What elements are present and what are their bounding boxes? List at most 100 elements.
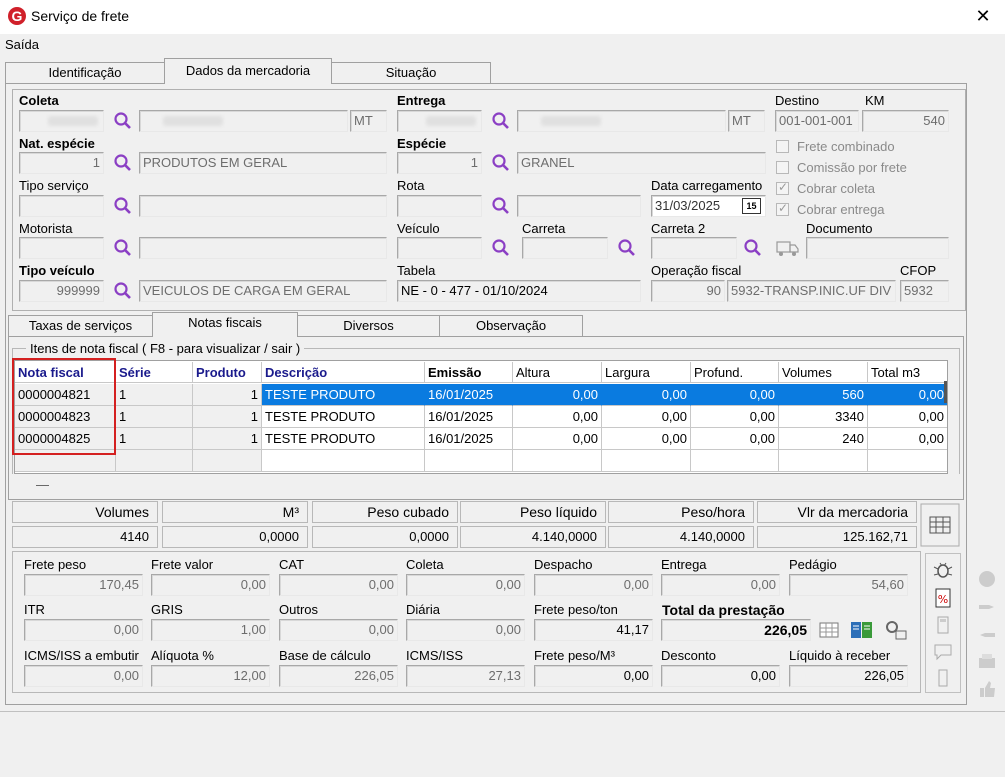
entrega-search-icon[interactable] xyxy=(491,111,511,131)
percent-doc-icon[interactable]: % xyxy=(932,587,954,609)
table-cell[interactable] xyxy=(602,450,691,472)
table-cell[interactable]: TESTE PRODUTO xyxy=(262,384,425,406)
settings-grid-icon[interactable] xyxy=(884,619,908,641)
rota-search-icon[interactable] xyxy=(491,196,511,216)
col-descricao[interactable]: Descrição xyxy=(262,362,425,383)
table-cell[interactable] xyxy=(116,450,193,472)
col-nota-fiscal[interactable]: Nota fiscal xyxy=(15,362,116,383)
entrega-name-field[interactable] xyxy=(517,110,726,132)
table-cell[interactable]: TESTE PRODUTO xyxy=(262,406,425,428)
col-volumes[interactable]: Volumes xyxy=(779,362,868,383)
table-cell[interactable]: TESTE PRODUTO xyxy=(262,428,425,450)
desconto-field[interactable]: 0,00 xyxy=(661,665,780,687)
calculator-small-icon[interactable] xyxy=(932,614,954,636)
col-altura[interactable]: Altura xyxy=(513,362,602,383)
table-cell[interactable]: 0,00 xyxy=(691,406,779,428)
table-cell[interactable]: 3340 xyxy=(779,406,868,428)
table-cell[interactable]: 1 xyxy=(193,406,262,428)
carreta-search-icon[interactable] xyxy=(617,238,637,258)
comment-icon[interactable] xyxy=(932,641,954,663)
table-cell[interactable]: 0,00 xyxy=(602,406,691,428)
table-cell[interactable]: 0000004821 xyxy=(15,384,116,406)
truck-icon[interactable] xyxy=(776,238,800,258)
close-button[interactable]: ✕ xyxy=(968,2,998,30)
veiculo-field[interactable] xyxy=(397,237,482,259)
calculator-icon[interactable] xyxy=(920,503,960,547)
table-cell[interactable]: 0,00 xyxy=(602,428,691,450)
tipo-veiculo-search-icon[interactable] xyxy=(113,281,133,301)
comissao-frete-checkbox[interactable] xyxy=(776,161,789,174)
book-icon[interactable] xyxy=(848,619,876,641)
cobrar-entrega-checkbox[interactable] xyxy=(776,201,789,216)
table-cell[interactable] xyxy=(868,450,947,472)
col-total-m3[interactable]: Total m3 xyxy=(868,362,947,383)
table-cell[interactable] xyxy=(691,450,779,472)
tab-taxas-servicos[interactable]: Taxas de serviços xyxy=(8,315,153,336)
table-cell[interactable]: 0,00 xyxy=(868,428,947,450)
menu-saida[interactable]: Saída xyxy=(5,37,39,52)
carreta-field[interactable] xyxy=(522,237,608,259)
table-cell[interactable] xyxy=(262,450,425,472)
col-produto[interactable]: Produto xyxy=(193,362,262,383)
col-emissao[interactable]: Emissão xyxy=(425,362,513,383)
table-cell[interactable]: 0000004825 xyxy=(15,428,116,450)
table-cell[interactable]: 0,00 xyxy=(868,384,947,406)
rota-code-field[interactable] xyxy=(397,195,482,217)
thumbs-icon[interactable] xyxy=(976,678,998,700)
coleta-name-field[interactable] xyxy=(139,110,348,132)
tab-dados-mercadoria[interactable]: Dados da mercadoria xyxy=(164,58,332,84)
tab-observacao[interactable]: Observação xyxy=(439,315,583,336)
motorista-code-field[interactable] xyxy=(19,237,104,259)
nat-especie-code-field[interactable]: 1 xyxy=(19,152,104,174)
notas-grid[interactable]: Nota fiscal Série Produto Descrição Emis… xyxy=(14,360,948,474)
col-serie[interactable]: Série xyxy=(116,362,193,383)
table-cell[interactable]: 0,00 xyxy=(691,428,779,450)
table-cell[interactable]: 16/01/2025 xyxy=(425,384,513,406)
hand-point-left-icon[interactable] xyxy=(976,624,998,646)
tab-identificacao[interactable]: Identificação xyxy=(5,62,165,83)
grid-scrollbar-thumb[interactable] xyxy=(944,381,947,403)
stop-icon[interactable] xyxy=(976,568,998,590)
table-cell[interactable]: 1 xyxy=(193,384,262,406)
tab-diversos[interactable]: Diversos xyxy=(297,315,440,336)
printer-icon[interactable] xyxy=(976,651,998,673)
entrega-code-field[interactable] xyxy=(397,110,482,132)
table-cell[interactable]: 0,00 xyxy=(513,406,602,428)
tabela-field[interactable]: NE - 0 - 477 - 01/10/2024 xyxy=(397,280,641,302)
table-cell[interactable] xyxy=(513,450,602,472)
device-icon[interactable] xyxy=(932,667,954,689)
especie-code-field[interactable]: 1 xyxy=(397,152,482,174)
table-cell[interactable]: 0,00 xyxy=(602,384,691,406)
table-icon[interactable] xyxy=(818,621,840,639)
especie-search-icon[interactable] xyxy=(491,153,511,173)
motorista-search-icon[interactable] xyxy=(113,238,133,258)
nat-especie-search-icon[interactable] xyxy=(113,153,133,173)
carreta2-search-icon[interactable] xyxy=(743,238,763,258)
col-profund[interactable]: Profund. xyxy=(691,362,779,383)
table-cell[interactable] xyxy=(779,450,868,472)
bug-icon[interactable] xyxy=(932,559,954,581)
coleta-search-icon[interactable] xyxy=(113,111,133,131)
table-cell[interactable]: 1 xyxy=(193,428,262,450)
table-cell[interactable] xyxy=(425,450,513,472)
table-cell[interactable] xyxy=(193,450,262,472)
table-cell[interactable]: 560 xyxy=(779,384,868,406)
table-cell[interactable]: 1 xyxy=(116,406,193,428)
cobrar-coleta-checkbox[interactable] xyxy=(776,180,789,195)
hand-point-right-icon[interactable] xyxy=(976,596,998,618)
table-cell[interactable]: 0,00 xyxy=(513,384,602,406)
tipo-servico-code-field[interactable] xyxy=(19,195,104,217)
frete-peso-ton-field[interactable]: 41,17 xyxy=(534,619,653,641)
table-cell[interactable]: 1 xyxy=(116,428,193,450)
frete-peso-m3-field[interactable]: 0,00 xyxy=(534,665,653,687)
tab-notas-fiscais[interactable]: Notas fiscais xyxy=(152,312,298,337)
tipo-veiculo-code-field[interactable]: 999999 xyxy=(19,280,104,302)
carreta2-field[interactable] xyxy=(651,237,737,259)
table-cell[interactable] xyxy=(15,450,116,472)
documento-field[interactable] xyxy=(806,237,949,259)
calendar-icon[interactable]: 15 xyxy=(742,198,761,214)
table-cell[interactable]: 240 xyxy=(779,428,868,450)
table-cell[interactable]: 1 xyxy=(116,384,193,406)
table-cell[interactable]: 0,00 xyxy=(868,406,947,428)
col-largura[interactable]: Largura xyxy=(602,362,691,383)
